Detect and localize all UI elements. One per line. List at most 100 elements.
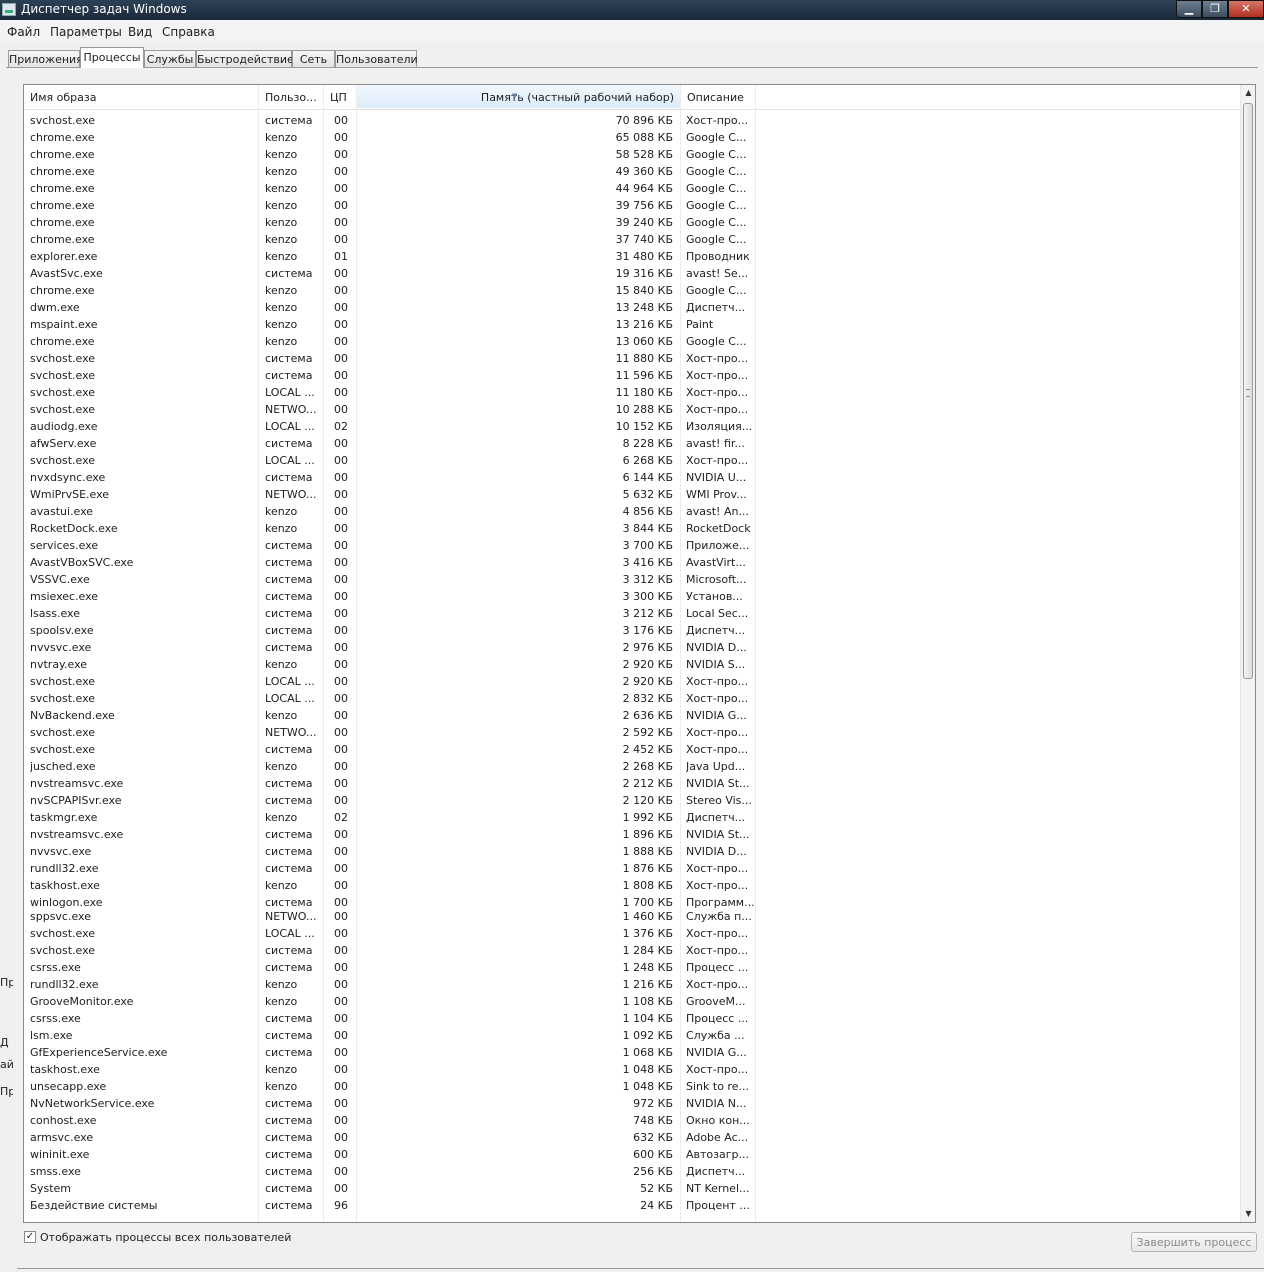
table-row[interactable]: svchost.exe LOCAL ... 00 6 268 КБ Хост-про..… xyxy=(24,452,1240,469)
table-row[interactable]: svchost.exe LOCAL ... 00 2 832 КБ Хост-про..… xyxy=(24,690,1240,707)
table-row[interactable]: svchost.exe система 00 70 896 КБ Хост-про... xyxy=(24,112,1240,129)
tab-performance[interactable]: Быстродействие xyxy=(196,50,294,67)
table-row[interactable]: chrome.exe kenzo 00 49 360 КБ Google C... xyxy=(24,163,1240,180)
table-row[interactable]: rundll32.exe kenzo 00 1 216 КБ Хост-про... xyxy=(24,976,1240,993)
menu-options[interactable]: Параметры xyxy=(50,25,122,39)
table-row[interactable]: svchost.exe LOCAL ... 00 1 376 КБ Хост-про..… xyxy=(24,925,1240,942)
tab-processes[interactable]: Процессы xyxy=(80,47,144,68)
table-row[interactable]: svchost.exe система 00 2 452 КБ Хост-про... xyxy=(24,741,1240,758)
table-row[interactable]: taskhost.exe kenzo 00 1 048 КБ Хост-про... xyxy=(24,1061,1240,1078)
table-row[interactable]: services.exe система 00 3 700 КБ Приложе... xyxy=(24,537,1240,554)
table-row[interactable]: lsass.exe система 00 3 212 КБ Local Sec... xyxy=(24,605,1240,622)
table-row[interactable]: lsm.exe система 00 1 092 КБ Служба ... xyxy=(24,1027,1240,1044)
table-row[interactable]: chrome.exe kenzo 00 13 060 КБ Google C... xyxy=(24,333,1240,350)
table-row[interactable]: System система 00 52 КБ NT Kernel... xyxy=(24,1180,1240,1197)
table-row[interactable]: jusched.exe kenzo 00 2 268 КБ Java Upd... xyxy=(24,758,1240,775)
table-row[interactable]: svchost.exe система 00 11 596 КБ Хост-про... xyxy=(24,367,1240,384)
process-cpu: 00 xyxy=(334,828,348,841)
table-row[interactable]: unsecapp.exe kenzo 00 1 048 КБ Sink to re... xyxy=(24,1078,1240,1095)
table-row[interactable]: chrome.exe kenzo 00 44 964 КБ Google C... xyxy=(24,180,1240,197)
table-row[interactable]: VSSVC.exe система 00 3 312 КБ Microsoft... xyxy=(24,571,1240,588)
scroll-down-icon[interactable]: ▼ xyxy=(1241,1206,1255,1222)
table-row[interactable]: GfExperienceService.exe система 00 1 068 КБ… xyxy=(24,1044,1240,1061)
table-row[interactable]: audiodg.exe LOCAL ... 02 10 152 КБ Изоляция.… xyxy=(24,418,1240,435)
process-user: LOCAL ... xyxy=(265,420,315,433)
table-row[interactable]: msiexec.exe система 00 3 300 КБ Установ... xyxy=(24,588,1240,605)
tab-applications[interactable]: Приложения xyxy=(8,50,83,67)
column-header-description[interactable]: Описание xyxy=(681,85,756,108)
process-cpu: 00 xyxy=(334,556,348,569)
table-row[interactable]: svchost.exe LOCAL ... 00 11 180 КБ Хост-про.… xyxy=(24,384,1240,401)
end-process-button[interactable]: Завершить процесс xyxy=(1131,1232,1257,1252)
table-row[interactable]: afwServ.exe система 00 8 228 КБ avast! fir..… xyxy=(24,435,1240,452)
menu-file[interactable]: Файл xyxy=(7,25,40,39)
table-row[interactable]: chrome.exe kenzo 00 58 528 КБ Google C... xyxy=(24,146,1240,163)
table-row[interactable]: chrome.exe kenzo 00 65 088 КБ Google C... xyxy=(24,129,1240,146)
table-row[interactable]: spoolsv.exe система 00 3 176 КБ Диспетч... xyxy=(24,622,1240,639)
table-row[interactable]: nvxdsync.exe система 00 6 144 КБ NVIDIA U... xyxy=(24,469,1240,486)
process-description: Google C... xyxy=(686,182,747,195)
table-row[interactable]: nvSCPAPISvr.exe система 00 2 120 КБ Stereo V… xyxy=(24,792,1240,809)
show-all-users-checkbox[interactable]: ✓ xyxy=(24,1231,36,1243)
table-row[interactable]: taskmgr.exe kenzo 02 1 992 КБ Диспетч... xyxy=(24,809,1240,826)
table-row[interactable]: AvastVBoxSVC.exe система 00 3 416 КБ AvastVi… xyxy=(24,554,1240,571)
vertical-scrollbar[interactable]: ▲ ▼ xyxy=(1240,85,1255,1222)
process-description: NVIDIA N... xyxy=(686,1097,747,1110)
table-row[interactable]: chrome.exe kenzo 00 39 756 КБ Google C... xyxy=(24,197,1240,214)
process-name: chrome.exe xyxy=(30,284,95,297)
minimize-icon[interactable]: ▁ xyxy=(1176,0,1202,18)
process-user: kenzo xyxy=(265,505,298,518)
column-header-memory[interactable]: ▼ Память (частный рабочий набор) xyxy=(357,85,681,108)
table-row[interactable]: explorer.exe kenzo 01 31 480 КБ Проводник xyxy=(24,248,1240,265)
process-description: Диспетч... xyxy=(686,301,746,314)
close-icon[interactable]: ✕ xyxy=(1228,0,1264,18)
tab-services[interactable]: Службы xyxy=(144,50,196,67)
table-row[interactable]: svchost.exe система 00 11 880 КБ Хост-про... xyxy=(24,350,1240,367)
table-row[interactable]: mspaint.exe kenzo 00 13 216 КБ Paint xyxy=(24,316,1240,333)
table-row[interactable]: svchost.exe NETWO... 00 10 288 КБ Хост-про..… xyxy=(24,401,1240,418)
table-row[interactable]: nvstreamsvc.exe система 00 2 212 КБ NVIDIA S… xyxy=(24,775,1240,792)
table-row[interactable]: nvtray.exe kenzo 00 2 920 КБ NVIDIA S... xyxy=(24,656,1240,673)
scroll-up-icon[interactable]: ▲ xyxy=(1241,85,1255,101)
tab-networking[interactable]: Сеть xyxy=(292,50,335,67)
table-row[interactable]: svchost.exe NETWO... 00 2 592 КБ Хост-про... xyxy=(24,724,1240,741)
table-row[interactable]: svchost.exe LOCAL ... 00 2 920 КБ Хост-про..… xyxy=(24,673,1240,690)
table-row[interactable]: sppsvc.exe NETWO... 00 1 460 КБ Служба п... xyxy=(24,908,1240,925)
table-row[interactable]: smss.exe система 00 256 КБ Диспетч... xyxy=(24,1163,1240,1180)
process-name: lsass.exe xyxy=(30,607,80,620)
table-row[interactable]: csrss.exe система 00 1 248 КБ Процесс ... xyxy=(24,959,1240,976)
table-row[interactable]: wininit.exe система 00 600 КБ Автозагр... xyxy=(24,1146,1240,1163)
column-header-image-name[interactable]: Имя образа xyxy=(24,85,259,108)
column-header-user[interactable]: Пользо... xyxy=(259,85,324,108)
tab-users[interactable]: Пользователи xyxy=(335,50,418,67)
table-row[interactable]: nvstreamsvc.exe система 00 1 896 КБ NVIDIA S… xyxy=(24,826,1240,843)
menu-help[interactable]: Справка xyxy=(162,25,215,39)
table-row[interactable]: NvNetworkService.exe система 00 972 КБ NVIDI… xyxy=(24,1095,1240,1112)
table-row[interactable]: dwm.exe kenzo 00 13 248 КБ Диспетч... xyxy=(24,299,1240,316)
table-row[interactable]: nvvsvc.exe система 00 1 888 КБ NVIDIA D... xyxy=(24,843,1240,860)
process-name: svchost.exe xyxy=(30,944,96,957)
table-row[interactable]: chrome.exe kenzo 00 37 740 КБ Google C... xyxy=(24,231,1240,248)
table-row[interactable]: conhost.exe система 00 748 КБ Окно кон... xyxy=(24,1112,1240,1129)
table-row[interactable]: AvastSvc.exe система 00 19 316 КБ avast! Se.… xyxy=(24,265,1240,282)
table-row[interactable]: Бездействие системы система 96 24 КБ Процент… xyxy=(24,1197,1240,1214)
maximize-icon[interactable]: ❐ xyxy=(1202,0,1228,18)
table-row[interactable]: nvvsvc.exe система 00 2 976 КБ NVIDIA D... xyxy=(24,639,1240,656)
tab-panel-border xyxy=(6,67,1258,68)
table-row[interactable]: chrome.exe kenzo 00 15 840 КБ Google C... xyxy=(24,282,1240,299)
table-row[interactable]: GrooveMonitor.exe kenzo 00 1 108 КБ GrooveM.… xyxy=(24,993,1240,1010)
table-row[interactable]: taskhost.exe kenzo 00 1 808 КБ Хост-про... xyxy=(24,877,1240,894)
table-row[interactable]: NvBackend.exe kenzo 00 2 636 КБ NVIDIA G... xyxy=(24,707,1240,724)
table-row[interactable]: armsvc.exe система 00 632 КБ Adobe Ac... xyxy=(24,1129,1240,1146)
show-all-users-label[interactable]: Отображать процессы всех пользователей xyxy=(40,1231,291,1244)
table-row[interactable]: rundll32.exe система 00 1 876 КБ Хост-про... xyxy=(24,860,1240,877)
scrollbar-thumb[interactable] xyxy=(1243,103,1253,679)
menu-view[interactable]: Вид xyxy=(128,25,152,39)
column-header-cpu[interactable]: ЦП xyxy=(324,85,357,108)
table-row[interactable]: WmiPrvSE.exe NETWO... 00 5 632 КБ WMI Prov..… xyxy=(24,486,1240,503)
table-row[interactable]: RocketDock.exe kenzo 00 3 844 КБ RocketDock xyxy=(24,520,1240,537)
table-row[interactable]: avastui.exe kenzo 00 4 856 КБ avast! An... xyxy=(24,503,1240,520)
table-row[interactable]: csrss.exe система 00 1 104 КБ Процесс ... xyxy=(24,1010,1240,1027)
table-row[interactable]: chrome.exe kenzo 00 39 240 КБ Google C... xyxy=(24,214,1240,231)
table-row[interactable]: svchost.exe система 00 1 284 КБ Хост-про... xyxy=(24,942,1240,959)
